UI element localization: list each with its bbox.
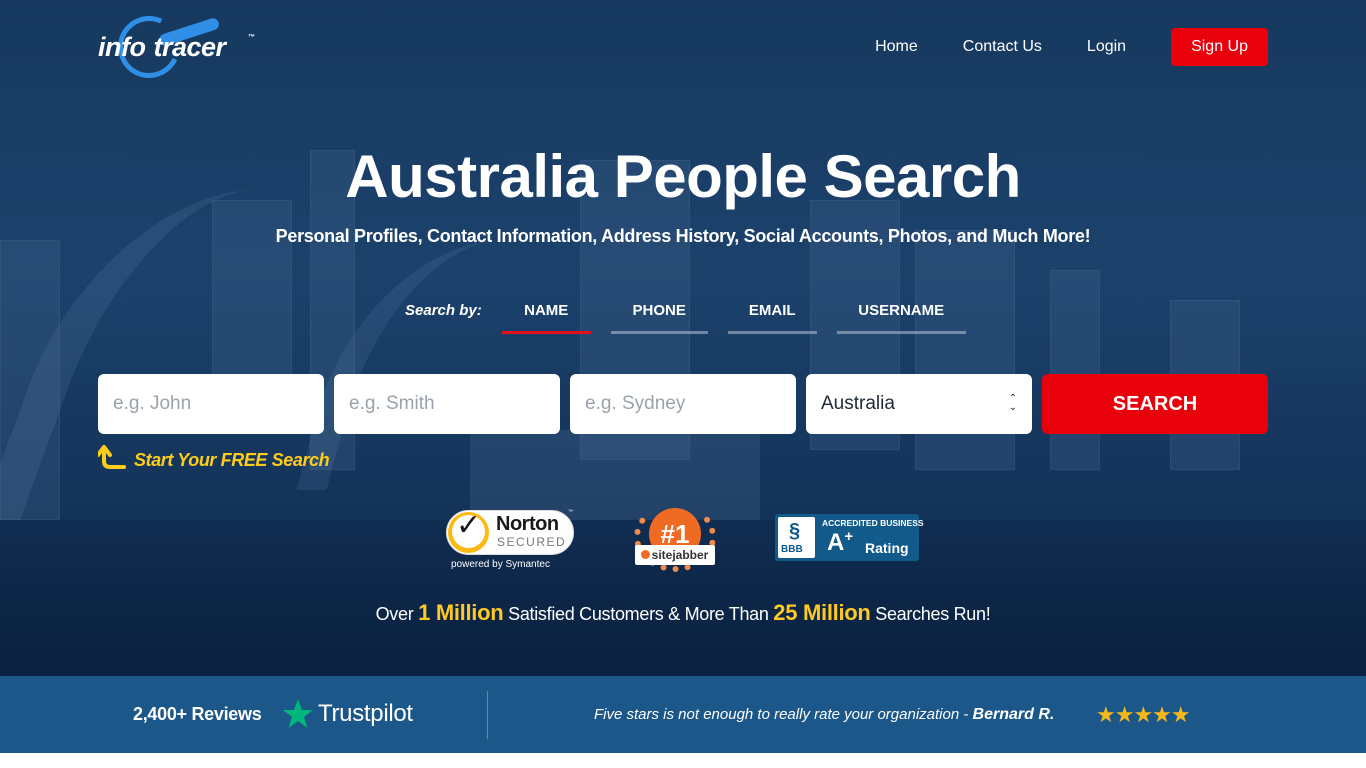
free-search-callout: Start Your FREE Search — [96, 444, 330, 471]
divider — [487, 691, 488, 739]
bbb-grade: A+ — [827, 528, 854, 556]
stats-line: Over 1 Million Satisfied Customers & Mor… — [375, 600, 991, 625]
nav-home[interactable]: Home — [875, 38, 918, 56]
first-name-input[interactable] — [98, 374, 324, 434]
testimonial-author: Bernard R. — [972, 706, 1055, 723]
norton-secured-badge: ✓ Norton SECURED ™ powered by Symantec — [446, 503, 576, 573]
free-search-text: Start Your FREE Search — [134, 450, 330, 470]
country-select[interactable]: Australia ⌃ ⌄ — [806, 374, 1032, 434]
background-building — [0, 240, 60, 520]
search-button[interactable]: SEARCH — [1042, 374, 1268, 434]
norton-secured-text: SECURED — [497, 535, 567, 549]
background-building — [915, 230, 1015, 470]
hero-section: info tracer ™ Home Contact Us Login Sign … — [0, 0, 1366, 676]
tab-name[interactable]: NAME — [501, 298, 591, 334]
opera-house-sail — [296, 240, 564, 490]
bbb-torch-icon: § — [789, 520, 801, 542]
searches-count: 25 Million — [773, 600, 871, 625]
norton-powered-by: powered by Symantec — [451, 559, 550, 570]
norton-tm: ™ — [568, 509, 573, 515]
country-select-value: Australia — [821, 393, 895, 414]
trademark-symbol: ™ — [248, 34, 255, 41]
tab-username[interactable]: USERNAME — [836, 298, 966, 334]
bbb-rating-text: Rating — [865, 540, 909, 556]
trustpilot-star-icon — [283, 699, 313, 728]
nav-login[interactable]: Login — [1087, 38, 1126, 56]
curved-arrow-up-icon — [96, 444, 126, 471]
reviews-count: 2,400+ Reviews — [133, 704, 262, 724]
signup-button[interactable]: Sign Up — [1171, 28, 1268, 66]
testimonial-quote: Five stars is not enough to really rate … — [594, 706, 1055, 723]
norton-name: Norton — [496, 513, 559, 535]
sitejabber-name: sitejabber — [651, 548, 709, 562]
search-by-label: Search by: — [405, 302, 482, 319]
last-name-input[interactable] — [334, 374, 560, 434]
checkmark-icon: ✓ — [456, 509, 482, 542]
city-input[interactable] — [570, 374, 796, 434]
bbb-logo: § BBB — [778, 517, 815, 558]
tab-email[interactable]: EMAIL — [727, 298, 817, 334]
tab-phone[interactable]: PHONE — [610, 298, 708, 334]
bbb-accredited-badge: § BBB ACCREDITED BUSINESS A+ Rating — [775, 514, 924, 561]
search-by-tabs: Search by: NAME PHONE EMAIL USERNAME — [405, 298, 986, 334]
page-subtitle: Personal Profiles, Contact Information, … — [275, 226, 1091, 246]
sitejabber-icon — [641, 550, 650, 559]
customers-count: 1 Million — [418, 600, 504, 625]
background-building — [1050, 270, 1100, 470]
top-nav: Home Contact Us Login Sign Up — [875, 28, 1268, 66]
select-updown-icon: ⌃ ⌄ — [1008, 393, 1018, 413]
five-star-rating-icon: ★★★★★ — [1096, 702, 1191, 727]
nav-contact-us[interactable]: Contact Us — [963, 38, 1042, 56]
sitejabber-badge: #1 sitejabber — [632, 500, 718, 575]
bbb-letters: BBB — [781, 544, 803, 555]
logo-wordmark: info tracer — [98, 32, 226, 62]
bbb-accredited-text: ACCREDITED BUSINESS — [822, 518, 924, 528]
search-form: Australia ⌃⌄ SEARCH — [98, 374, 1268, 434]
page-title: Australia People Search — [345, 143, 1021, 210]
trustpilot-logo[interactable]: Trustpilot — [318, 700, 413, 728]
trust-bar: 2,400+ Reviews Trustpilot Five stars is … — [0, 676, 1366, 753]
infotracer-logo[interactable]: info tracer ™ — [96, 7, 266, 87]
sitejabber-label: sitejabber — [635, 545, 715, 565]
